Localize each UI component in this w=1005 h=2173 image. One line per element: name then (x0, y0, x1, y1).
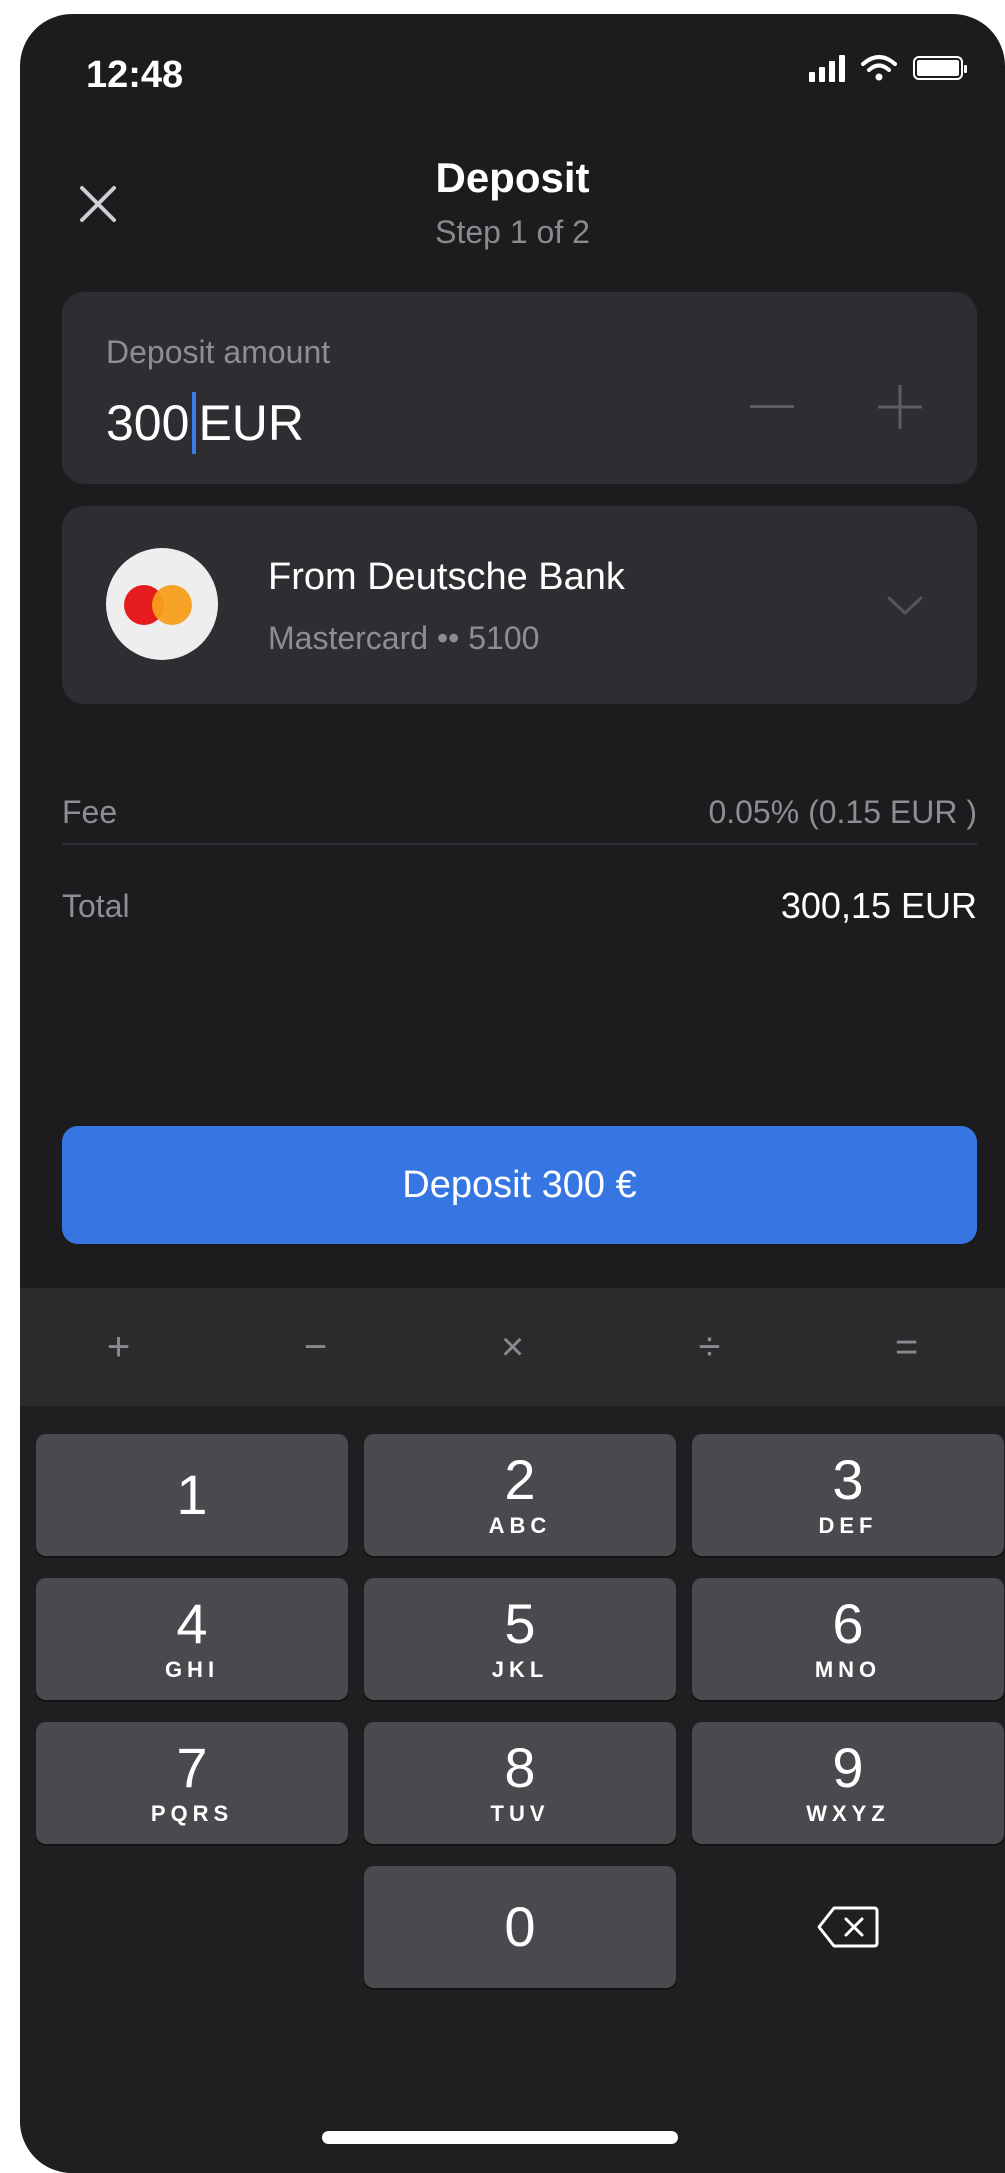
step-indicator: Step 1 of 2 (435, 214, 590, 250)
key-digit: 0 (504, 1895, 536, 1958)
key-letters: JKL (491, 1657, 549, 1682)
status-bar: 12:48 (20, 14, 1005, 124)
key-9[interactable]: 9 WXYZ (692, 1722, 1004, 1844)
status-time: 12:48 (86, 54, 184, 96)
fee-label: Fee (62, 793, 118, 830)
key-letters: WXYZ (806, 1801, 890, 1826)
deposit-amount-label: Deposit amount (106, 334, 331, 370)
backspace-icon (817, 1906, 879, 1948)
deposit-amount-field[interactable]: Deposit amount 300 EUR (62, 292, 977, 484)
signal-icon (809, 54, 845, 82)
key-digit: 7 (176, 1736, 208, 1799)
key-3[interactable]: 3 DEF (692, 1434, 1004, 1556)
battery-icon (913, 56, 967, 80)
key-6[interactable]: 6 MNO (692, 1578, 1004, 1700)
key-letters: ABC (488, 1513, 552, 1538)
amount-value: 300 (106, 395, 190, 451)
key-7[interactable]: 7 PQRS (36, 1722, 348, 1844)
chevron-down-icon (883, 584, 927, 628)
numeric-keyboard: + − × ÷ = 1 2 ABC 3 DEF 4 GHI 5 JKL 6 MN… (20, 1288, 1005, 2173)
status-icons (809, 54, 967, 82)
key-digit: 3 (832, 1448, 864, 1511)
key-2[interactable]: 2 ABC (364, 1434, 676, 1556)
home-indicator (322, 2131, 678, 2144)
key-letters: TUV (490, 1801, 550, 1826)
source-card-number: Mastercard •• 5100 (268, 620, 540, 656)
key-digit: 6 (832, 1592, 864, 1655)
fee-value: 0.05% (0.15 EUR ) (708, 793, 977, 830)
mastercard-logo (106, 548, 218, 660)
phone-screen: 12:48 Deposit Step 1 of 2 Deposit amount… (20, 14, 1005, 2173)
key-digit: 9 (832, 1736, 864, 1799)
key-digit: 4 (176, 1592, 208, 1655)
summary-divider (62, 843, 977, 845)
key-digit: 8 (504, 1736, 536, 1799)
key-8[interactable]: 8 TUV (364, 1722, 676, 1844)
wifi-icon (861, 55, 897, 81)
operator-row: + − × ÷ = (20, 1288, 1005, 1406)
total-row: Total 300,15 EUR (62, 878, 977, 934)
minus-operator-key[interactable]: − (217, 1288, 414, 1406)
key-0[interactable]: 0 (364, 1866, 676, 1988)
key-letters: GHI (164, 1657, 220, 1682)
deposit-button[interactable]: Deposit 300 € (62, 1126, 977, 1244)
total-label: Total (62, 887, 130, 924)
page-title: Deposit (435, 154, 590, 201)
amount-currency: EUR (198, 395, 305, 451)
equals-operator-key[interactable]: = (808, 1288, 1005, 1406)
plus-icon (878, 385, 922, 429)
minus-icon (750, 405, 794, 408)
key-letters: DEF (818, 1513, 878, 1538)
deposit-amount-input[interactable]: 300 EUR (106, 392, 304, 454)
key-letters: PQRS (150, 1801, 234, 1826)
decrease-amount-button[interactable] (737, 372, 807, 442)
key-1[interactable]: 1 (36, 1434, 348, 1556)
key-4[interactable]: 4 GHI (36, 1578, 348, 1700)
key-digit: 1 (176, 1463, 208, 1526)
multiply-operator-key[interactable]: × (414, 1288, 611, 1406)
key-digit: 5 (504, 1592, 536, 1655)
divide-operator-key[interactable]: ÷ (611, 1288, 808, 1406)
key-digit: 2 (504, 1448, 536, 1511)
key-letters: MNO (814, 1657, 882, 1682)
plus-operator-key[interactable]: + (20, 1288, 217, 1406)
increase-amount-button[interactable] (865, 372, 935, 442)
key-5[interactable]: 5 JKL (364, 1578, 676, 1700)
payment-source-selector[interactable]: From Deutsche Bank Mastercard •• 5100 (62, 506, 977, 704)
total-value: 300,15 EUR (780, 885, 977, 926)
source-bank-name: From Deutsche Bank (268, 556, 625, 598)
text-cursor (192, 392, 197, 454)
fee-row: Fee 0.05% (0.15 EUR ) (62, 784, 977, 840)
delete-key[interactable] (692, 1866, 1004, 1988)
